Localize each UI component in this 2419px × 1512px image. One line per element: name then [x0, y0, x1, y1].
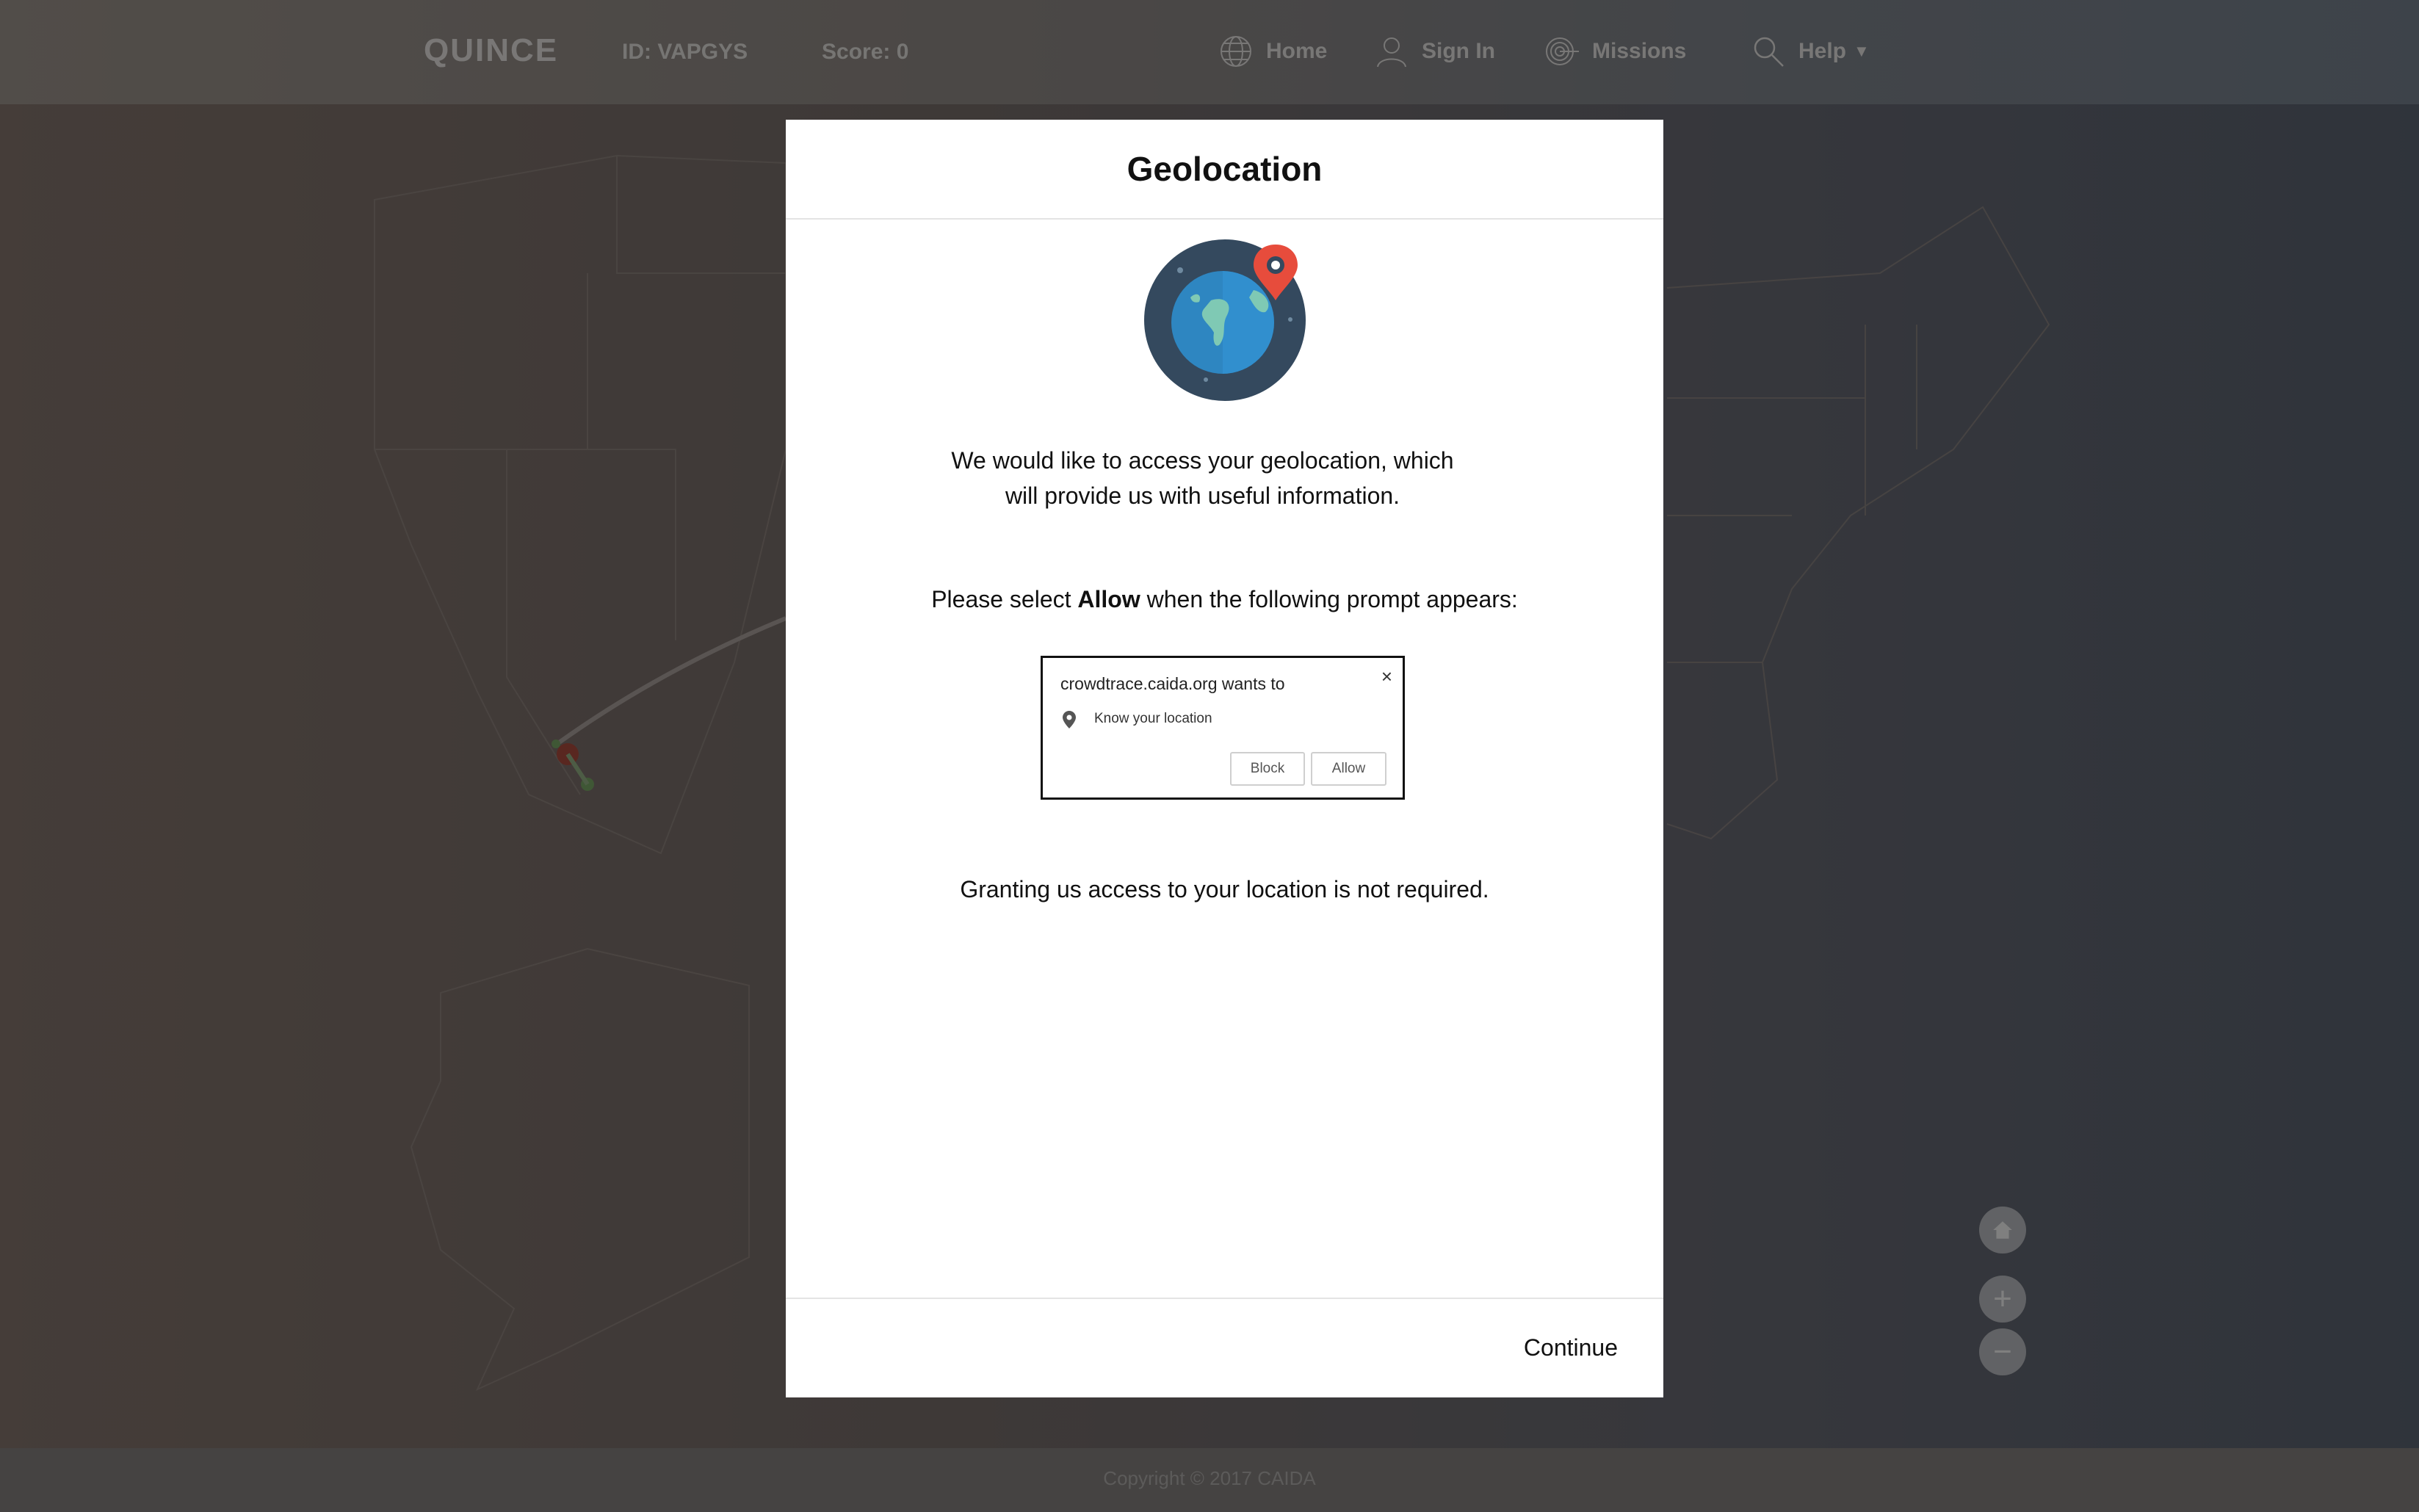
close-icon: ×	[1381, 665, 1392, 687]
modal-title: Geolocation	[1127, 150, 1323, 188]
browser-prompt-example: crowdtrace.caida.org wants to × Know you…	[1041, 656, 1405, 800]
instruction-text: Please select Allow when the following p…	[786, 586, 1663, 613]
modal-header: Geolocation	[786, 120, 1663, 220]
instruction-allow-emphasis: Allow	[1077, 586, 1140, 612]
globe-location-pin-icon	[1144, 239, 1306, 401]
intro-line-2: will provide us with useful information.	[1005, 482, 1400, 509]
instruction-suffix: when the following prompt appears:	[1140, 586, 1518, 612]
prompt-allow-button: Allow	[1311, 752, 1386, 786]
instruction-prefix: Please select	[931, 586, 1078, 612]
continue-button[interactable]: Continue	[1524, 1334, 1618, 1361]
prompt-permission-text: Know your location	[1094, 711, 1212, 726]
prompt-title: crowdtrace.caida.org wants to	[1060, 674, 1285, 693]
location-pin-icon	[1063, 711, 1076, 728]
intro-line-1: We would like to access your geolocation…	[951, 447, 1454, 474]
modal-footer: Continue	[786, 1298, 1663, 1399]
prompt-block-button: Block	[1230, 752, 1305, 786]
geolocation-modal: Geolocation We would like to access your…	[786, 120, 1663, 1397]
intro-text: We would like to access your geolocation…	[802, 443, 1603, 513]
not-required-note: Granting us access to your location is n…	[960, 876, 1489, 903]
